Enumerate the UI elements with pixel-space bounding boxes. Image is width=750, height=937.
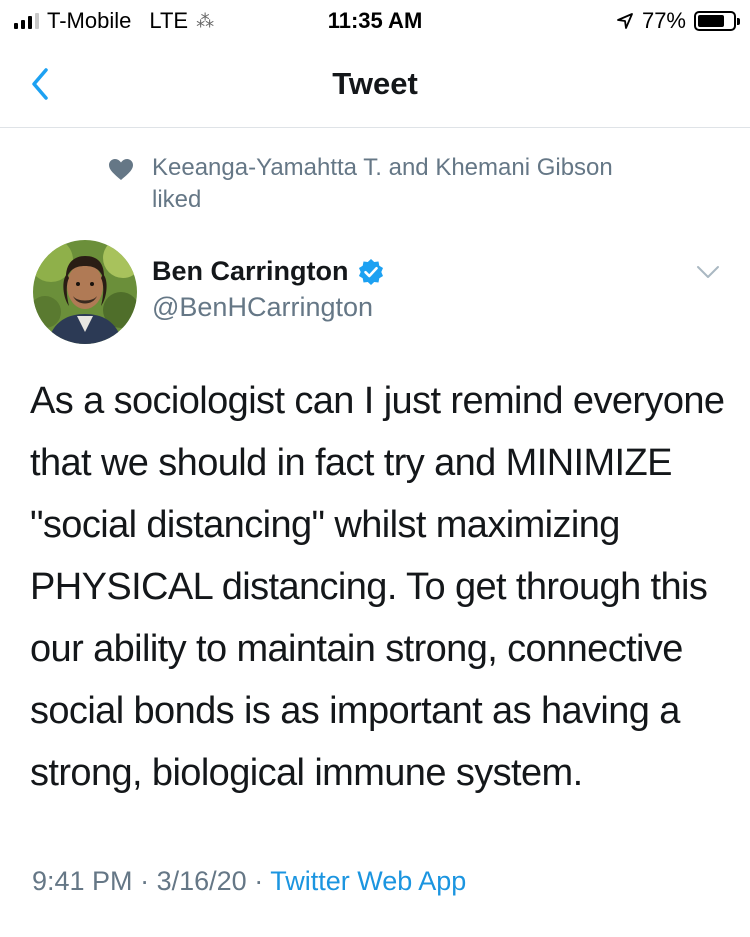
author-name-row[interactable]: Ben Carrington bbox=[152, 256, 385, 287]
battery-cap bbox=[737, 18, 740, 25]
location-arrow-icon bbox=[617, 13, 633, 29]
battery-icon bbox=[694, 11, 740, 31]
avatar[interactable] bbox=[33, 240, 137, 344]
chevron-down-icon bbox=[697, 266, 719, 278]
status-bar-right: 77% bbox=[616, 8, 740, 34]
page-title: Tweet bbox=[332, 66, 418, 101]
avatar-image bbox=[33, 240, 137, 344]
tweet-time: 9:41 PM bbox=[32, 866, 133, 896]
verified-badge-icon bbox=[358, 258, 383, 285]
navigation-bar: Tweet bbox=[0, 40, 750, 128]
heart-icon bbox=[109, 159, 133, 180]
tweet-text: As a sociologist can I just remind every… bbox=[30, 380, 725, 794]
social-context[interactable]: Keeanga-Yamahtta T. and Khemani Gibson l… bbox=[108, 152, 628, 216]
more-options-button[interactable] bbox=[692, 260, 724, 284]
tweet-date: 3/16/20 bbox=[156, 866, 247, 896]
tweet-meta: 9:41 PM · 3/16/20 · Twitter Web App bbox=[32, 866, 466, 897]
battery-percent: 77% bbox=[641, 8, 686, 33]
status-bar: T-Mobile LTE ⁂ 11:35 AM 77% bbox=[0, 0, 750, 40]
social-context-text: Keeanga-Yamahtta T. and Khemani Gibson l… bbox=[152, 154, 613, 213]
author-name[interactable]: Ben Carrington bbox=[152, 256, 349, 287]
battery-level-fill bbox=[698, 15, 725, 27]
meta-separator: · bbox=[140, 866, 150, 896]
meta-separator: · bbox=[254, 866, 264, 896]
author-handle[interactable]: @BenHCarrington bbox=[152, 292, 373, 323]
tweet-source-link[interactable]: Twitter Web App bbox=[270, 866, 466, 896]
